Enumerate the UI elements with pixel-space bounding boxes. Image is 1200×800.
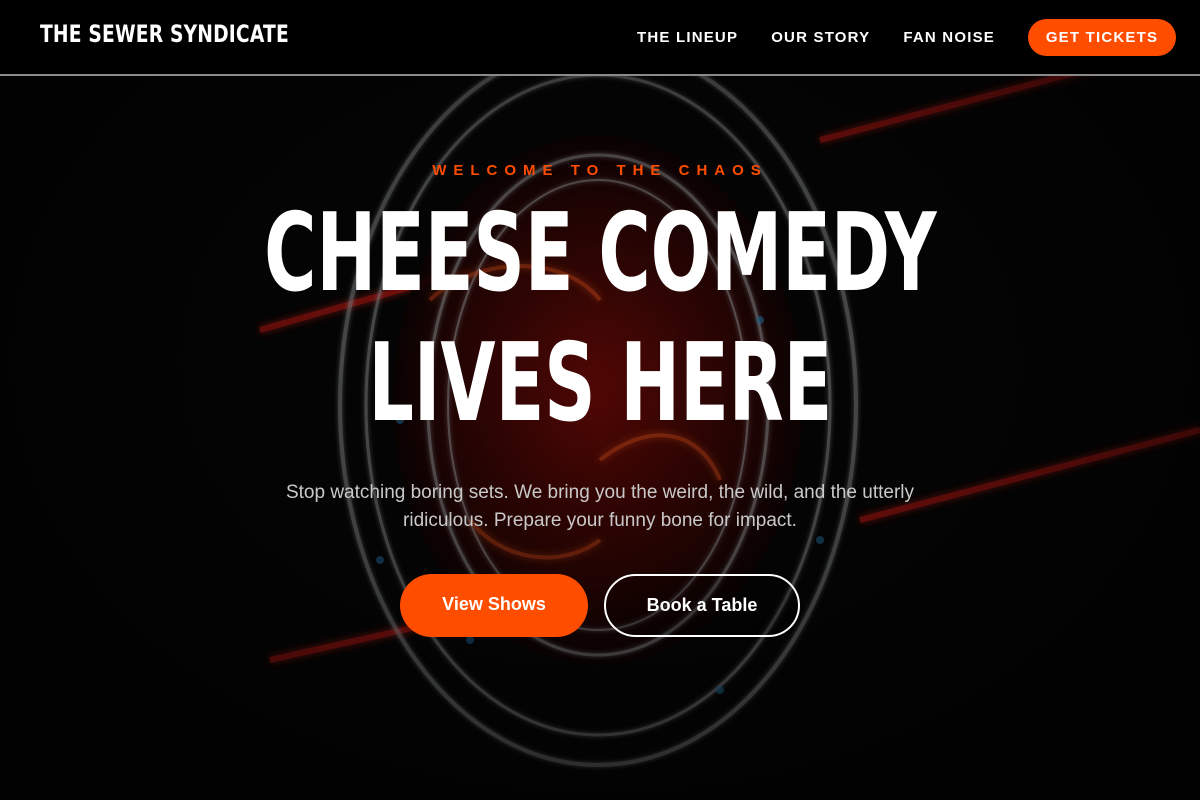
landing-page: THE SEWER SYNDICATE THE LINEUP OUR STORY… [0,0,1200,800]
hero-eyebrow: WELCOME TO THE CHAOS [432,162,768,179]
hero-headline-line-1-text: CHEESE COMEDY [263,191,937,316]
nav-links: THE LINEUP OUR STORY FAN NOISE GET TICKE… [637,19,1176,56]
hero-subtext: Stop watching boring sets. We bring you … [285,482,915,531]
nav-link-our-story[interactable]: OUR STORY [771,29,870,46]
nav-link-fan-noise[interactable]: FAN NOISE [903,29,995,46]
get-tickets-button[interactable]: GET TICKETS [1028,19,1176,56]
view-shows-button[interactable]: View Shows [400,574,588,637]
nav-link-the-lineup[interactable]: THE LINEUP [637,29,738,46]
top-navigation-bar: THE SEWER SYNDICATE THE LINEUP OUR STORY… [0,0,1200,76]
site-logo-wordmark[interactable]: THE SEWER SYNDICATE [40,20,289,48]
hero-headline-line-1: CHEESE COMEDY [0,200,1200,308]
hero-headline-line-2-text: LIVES HERE [368,321,832,446]
hero-section: WELCOME TO THE CHAOS CHEESE COMEDY LIVES… [0,76,1200,800]
hero-headline-line-2: LIVES HERE [0,330,1200,438]
book-a-table-button[interactable]: Book a Table [604,574,800,637]
